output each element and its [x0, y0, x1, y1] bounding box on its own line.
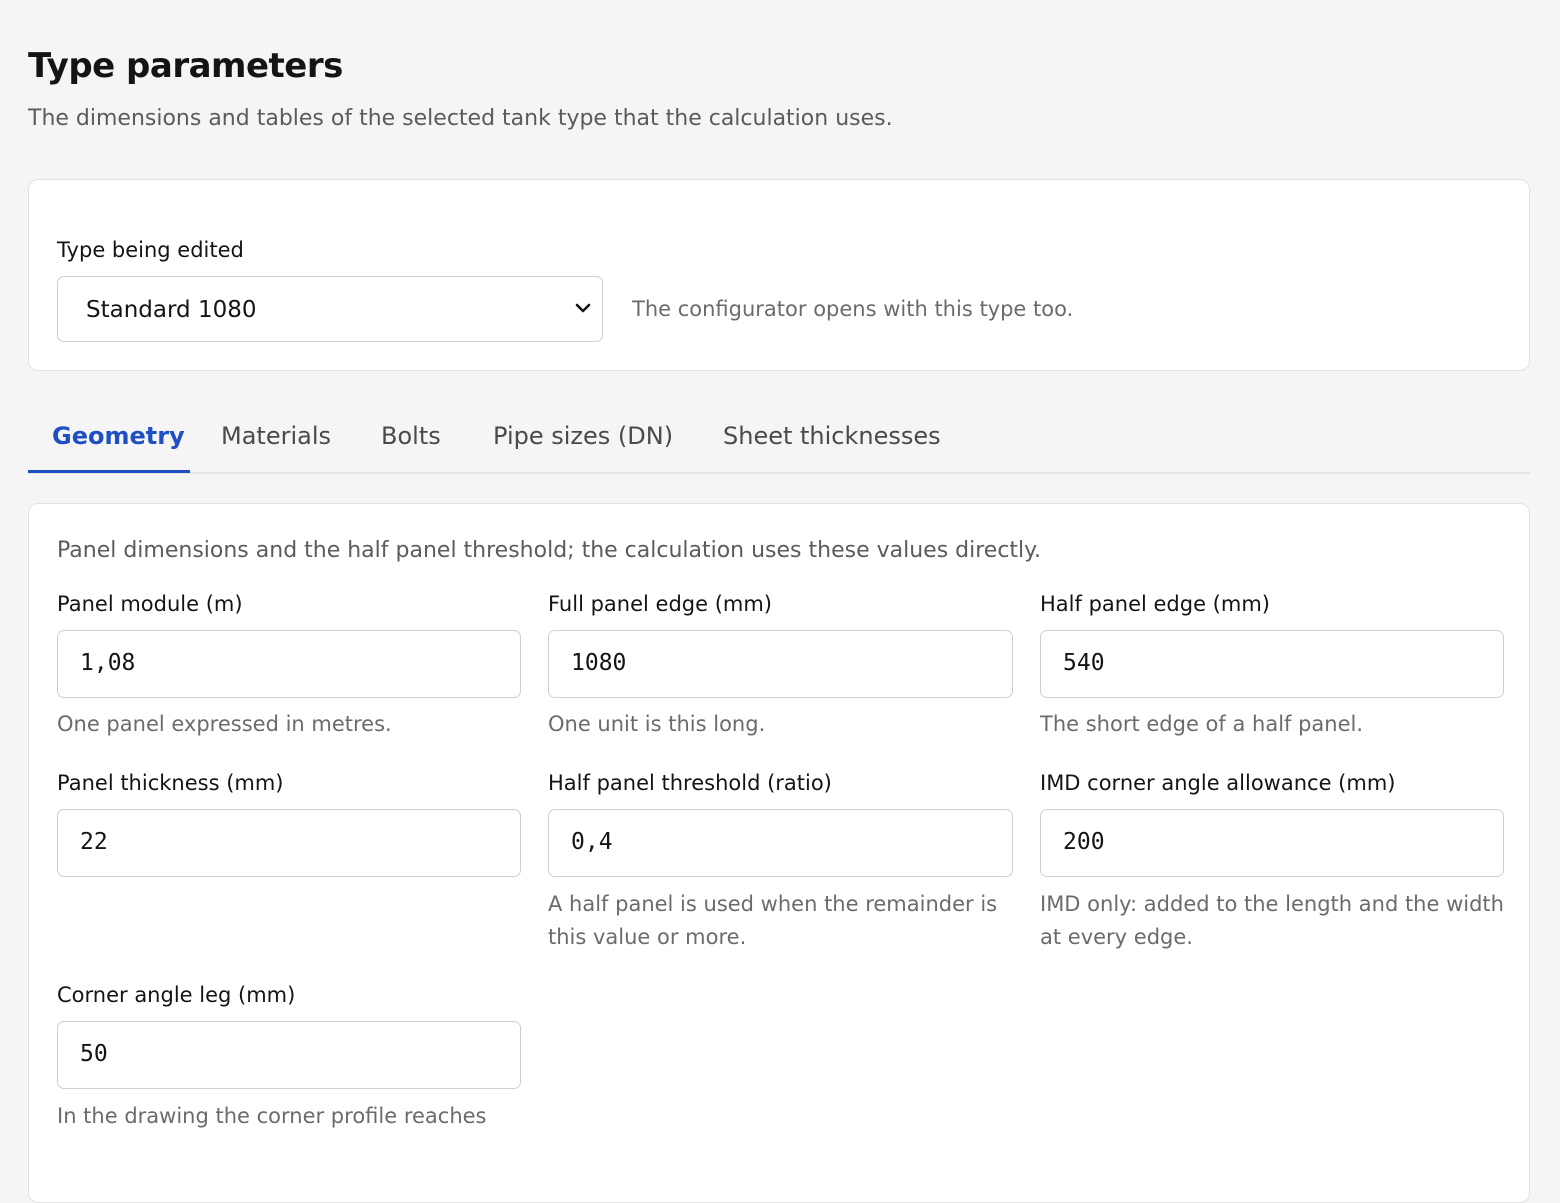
page-title: Type parameters — [28, 46, 343, 86]
tab-pipe-sizes[interactable]: Pipe sizes (DN) — [493, 422, 673, 450]
imd-corner-allowance-input[interactable]: 200 — [1040, 809, 1504, 877]
type-select[interactable]: Standard 1080 — [57, 276, 603, 342]
panel-module-help: One panel expressed in metres. — [57, 712, 392, 736]
half-panel-threshold-input[interactable]: 0,4 — [548, 809, 1013, 877]
panel-thickness-input[interactable]: 22 — [57, 809, 521, 877]
active-tab-indicator — [28, 470, 190, 473]
tab-materials[interactable]: Materials — [221, 422, 331, 450]
tab-geometry[interactable]: Geometry — [52, 422, 185, 450]
full-panel-edge-help: One unit is this long. — [548, 712, 766, 736]
panel-module-label: Panel module (m) — [57, 592, 243, 616]
corner-angle-leg-input[interactable]: 50 — [57, 1021, 521, 1089]
half-panel-threshold-value: 0,4 — [571, 829, 613, 855]
panel-thickness-value: 22 — [80, 829, 108, 855]
imd-corner-allowance-value: 200 — [1063, 829, 1105, 855]
chevron-down-icon — [575, 303, 591, 313]
corner-angle-leg-value: 50 — [80, 1041, 108, 1067]
page-subtitle: The dimensions and tables of the selecte… — [28, 106, 893, 131]
type-select-label: Type being edited — [57, 238, 244, 262]
tab-sheet-thicknesses[interactable]: Sheet thicknesses — [723, 422, 941, 450]
panel-thickness-label: Panel thickness (mm) — [57, 771, 284, 795]
half-panel-edge-value: 540 — [1063, 650, 1105, 676]
full-panel-edge-label: Full panel edge (mm) — [548, 592, 772, 616]
imd-corner-allowance-label: IMD corner angle allowance (mm) — [1040, 771, 1396, 795]
corner-angle-leg-label: Corner angle leg (mm) — [57, 983, 296, 1007]
panel-module-value: 1,08 — [80, 650, 136, 676]
panel-module-input[interactable]: 1,08 — [57, 630, 521, 698]
type-select-card: Type being edited Standard 1080 The conf… — [28, 179, 1530, 371]
tab-bolts[interactable]: Bolts — [381, 422, 441, 450]
tab-bar: Geometry Materials Bolts Pipe sizes (DN)… — [28, 400, 1530, 474]
geometry-intro: Panel dimensions and the half panel thre… — [57, 538, 1042, 563]
half-panel-edge-input[interactable]: 540 — [1040, 630, 1504, 698]
type-select-help: The configurator opens with this type to… — [632, 297, 1074, 321]
geometry-panel: Panel dimensions and the half panel thre… — [28, 503, 1530, 1203]
half-panel-threshold-label: Half panel threshold (ratio) — [548, 771, 832, 795]
type-select-value: Standard 1080 — [86, 297, 257, 323]
imd-corner-allowance-help: IMD only: added to the length and the wi… — [1040, 892, 1504, 949]
half-panel-edge-label: Half panel edge (mm) — [1040, 592, 1270, 616]
full-panel-edge-value: 1080 — [571, 650, 627, 676]
corner-angle-leg-help: In the drawing the corner profile reache… — [57, 1104, 487, 1128]
half-panel-threshold-help: A half panel is used when the remainder … — [548, 892, 998, 949]
half-panel-edge-help: The short edge of a half panel. — [1040, 712, 1364, 736]
full-panel-edge-input[interactable]: 1080 — [548, 630, 1013, 698]
